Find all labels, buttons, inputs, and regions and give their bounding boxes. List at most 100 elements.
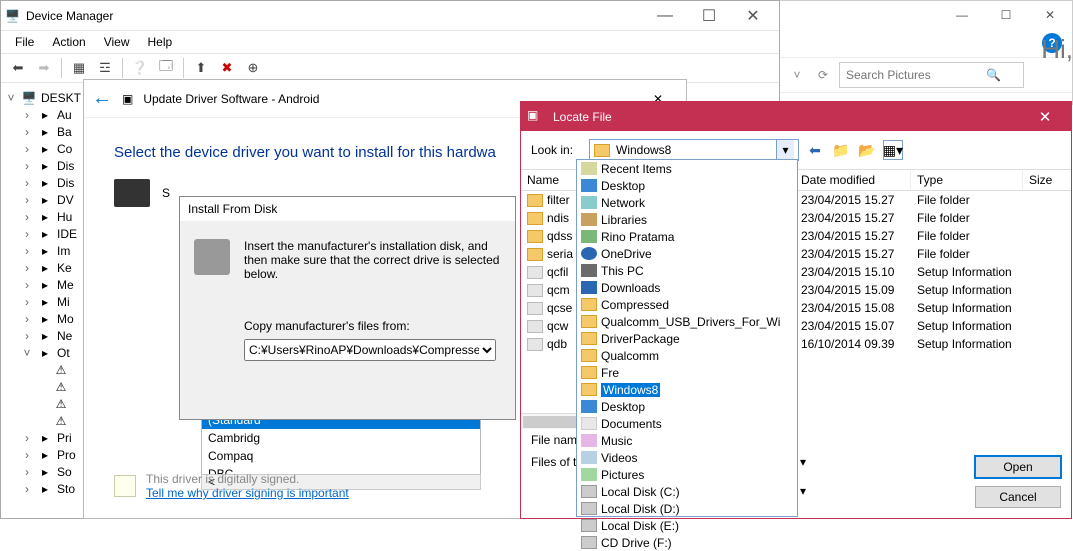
menu-help[interactable]: Help [140, 33, 181, 51]
tree-item[interactable]: Network [577, 194, 797, 211]
menu-view[interactable]: View [96, 33, 138, 51]
hi-label: Hi, [1041, 34, 1073, 65]
view-icon[interactable]: ☲ [94, 57, 116, 79]
chevron-down-icon[interactable]: ▾ [800, 484, 806, 498]
tree-item[interactable]: DriverPackage [577, 330, 797, 347]
menu-action[interactable]: Action [44, 33, 93, 51]
nav-down-icon[interactable]: ˅ [787, 65, 807, 85]
col-size[interactable]: Size [1023, 171, 1065, 189]
tree-node[interactable]: So [57, 465, 72, 479]
tree-item[interactable]: Local Disk (E:) [577, 517, 797, 534]
tree-item[interactable]: Qualcomm_USB_Drivers_For_Wi [577, 313, 797, 330]
refresh-icon[interactable]: ⟳ [813, 65, 833, 85]
tree-node[interactable]: Ne [57, 329, 72, 343]
tree-node[interactable]: IDE [57, 227, 77, 241]
lookin-value: Windows8 [616, 143, 671, 157]
tree-node[interactable]: Mo [57, 312, 74, 326]
uninstall-icon[interactable]: ✖ [216, 57, 238, 79]
music-icon [581, 434, 597, 447]
lookin-dropdown[interactable]: Recent ItemsDesktopNetworkLibrariesRino … [576, 159, 798, 517]
tree-item[interactable]: Compressed [577, 296, 797, 313]
tree-node[interactable]: Dis [57, 159, 74, 173]
tree-root[interactable]: DESKT [41, 91, 81, 105]
cancel-button[interactable]: Cancel [975, 486, 1061, 508]
tree-item[interactable]: Music [577, 432, 797, 449]
tree-item[interactable]: This PC [577, 262, 797, 279]
open-button[interactable]: Open [975, 456, 1061, 478]
close-icon[interactable]: ✕ [1025, 105, 1065, 129]
tree-node[interactable]: Im [57, 244, 70, 258]
maximize-button[interactable]: ☐ [687, 2, 731, 30]
tree-node[interactable]: Dis [57, 176, 74, 190]
tree-item[interactable]: Local Disk (D:) [577, 500, 797, 517]
maximize-button[interactable]: ☐ [984, 1, 1028, 29]
tree-node[interactable]: Ot [57, 346, 70, 360]
lookin-combo[interactable]: Windows8 ▾ [589, 139, 799, 161]
search-input[interactable]: 🔍 [839, 62, 1024, 88]
scan-icon[interactable]: ⊕ [242, 57, 264, 79]
chevron-down-icon[interactable]: ▾ [776, 140, 794, 160]
filename-combo[interactable]: ▾ [800, 455, 956, 469]
file-icon [527, 284, 543, 297]
update-icon[interactable]: ⬆ [190, 57, 212, 79]
list-item[interactable]: Cambridg [202, 429, 480, 447]
chevron-down-icon[interactable]: ▾ [800, 455, 806, 469]
tree-item[interactable]: Qualcomm [577, 347, 797, 364]
tree-node[interactable]: Co [57, 142, 72, 156]
explorer-window: — ☐ ✕ ? ˅ ⟳ 🔍 [778, 0, 1073, 105]
tree-item[interactable]: OneDrive [577, 245, 797, 262]
tree-item[interactable]: Recent Items [577, 160, 797, 177]
minimize-button[interactable]: — [643, 2, 687, 30]
dl-icon [581, 281, 597, 294]
tree-item[interactable]: Documents [577, 415, 797, 432]
tree-item[interactable]: Rino Pratama [577, 228, 797, 245]
tree-item[interactable]: Desktop [577, 177, 797, 194]
tree-item[interactable]: Downloads [577, 279, 797, 296]
tree-item[interactable]: Fre [577, 364, 797, 381]
back-icon[interactable]: ⬅ [805, 140, 825, 160]
tree-node[interactable]: Ba [57, 125, 72, 139]
tree-node[interactable]: Mi [57, 295, 70, 309]
fold-icon [581, 383, 597, 396]
minimize-button[interactable]: — [940, 1, 984, 29]
col-type[interactable]: Type [911, 171, 1023, 189]
tree-node[interactable]: DV [57, 193, 74, 207]
tree-item[interactable]: Libraries [577, 211, 797, 228]
tree-node[interactable]: Me [57, 278, 74, 292]
view-menu-icon[interactable]: ▦▾ [883, 140, 903, 160]
new-folder-icon[interactable]: 📂 [857, 140, 877, 160]
tree-item[interactable]: CD Drive (F:) [577, 534, 797, 551]
tree-item[interactable]: Videos [577, 449, 797, 466]
folder-icon [527, 230, 543, 243]
install-from-disk-dialog: Install From Disk Insert the manufacture… [179, 196, 516, 420]
help-icon[interactable]: ❔ [129, 57, 151, 79]
show-hidden-icon[interactable]: ▦ [68, 57, 90, 79]
filetype-combo[interactable]: ▾ [800, 484, 956, 498]
close-button[interactable]: ✕ [1028, 1, 1072, 29]
signing-link[interactable]: Tell me why driver signing is important [146, 486, 349, 500]
back-icon[interactable]: ⬅ [7, 57, 29, 79]
tree-node[interactable]: Hu [57, 210, 72, 224]
tree-node[interactable]: Sto [57, 482, 75, 496]
shield-icon [114, 475, 136, 497]
tree-item[interactable]: Local Disk (C:) [577, 483, 797, 500]
search-icon: 🔍 [986, 68, 1001, 82]
back-icon[interactable]: ← [92, 87, 112, 110]
up-icon[interactable]: 📁 [831, 140, 851, 160]
tree-node[interactable]: Pri [57, 431, 72, 445]
tree-item[interactable]: Windows8 [577, 381, 797, 398]
lookin-label: Look in: [531, 143, 583, 157]
tree-node[interactable]: Au [57, 108, 72, 122]
forward-icon[interactable]: ➡ [33, 57, 55, 79]
tree-node[interactable]: Pro [57, 448, 76, 462]
tree-item[interactable]: Desktop [577, 398, 797, 415]
path-combo[interactable]: C:¥Users¥RinoAP¥Downloads¥Compressed¥Qua… [244, 339, 496, 361]
menu-file[interactable]: File [7, 33, 42, 51]
list-item[interactable]: Compaq [202, 447, 480, 465]
close-button[interactable]: ✕ [731, 2, 775, 30]
copy-from-label: Copy manufacturer's files from: [244, 319, 501, 333]
properties-icon[interactable]: 🗔 [155, 57, 177, 79]
tree-item[interactable]: Pictures [577, 466, 797, 483]
tree-node[interactable]: Ke [57, 261, 72, 275]
col-date[interactable]: Date modified [795, 171, 911, 189]
